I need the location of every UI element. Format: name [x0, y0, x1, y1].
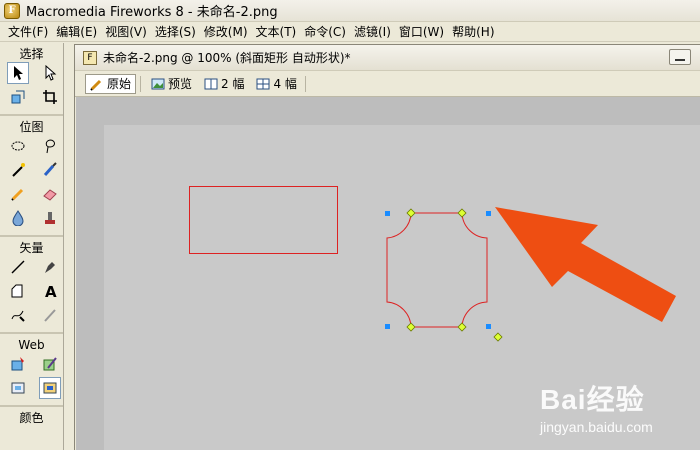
- menu-window[interactable]: 窗口(W): [395, 23, 448, 40]
- minimize-icon: [675, 59, 685, 61]
- pen-tool-icon[interactable]: [39, 256, 61, 278]
- subselection-tool-icon[interactable]: [39, 62, 61, 84]
- document-title-bar: F 未命名-2.png @ 100% (斜面矩形 自动形状)*: [75, 45, 700, 71]
- selection-handle-bottom-left[interactable]: [385, 324, 390, 329]
- section-label-colors: 颜色: [19, 411, 44, 425]
- menu-modify[interactable]: 修改(M): [200, 23, 252, 40]
- crop-tool-icon[interactable]: [39, 86, 61, 108]
- slice-tool-icon[interactable]: [39, 353, 61, 375]
- pointer-tool-icon[interactable]: [7, 62, 29, 84]
- selection-handle-bottom-right[interactable]: [486, 324, 491, 329]
- hide-slices-icon[interactable]: [7, 377, 29, 399]
- show-slices-icon[interactable]: [39, 377, 61, 399]
- four-up-icon: [256, 78, 270, 89]
- tools-panel: 选择 位图 矢量 A Web 颜色: [0, 43, 64, 450]
- baidu-watermark-url: jingyan.baidu.com: [540, 419, 653, 435]
- magic-wand-tool-icon[interactable]: [7, 159, 29, 181]
- tab-4up[interactable]: 4 幅: [252, 74, 300, 94]
- lasso-tool-icon[interactable]: [39, 135, 61, 157]
- hotspot-tool-icon[interactable]: [7, 353, 29, 375]
- menu-bar: 文件(F) 编辑(E) 视图(V) 选择(S) 修改(M) 文本(T) 命令(C…: [0, 22, 700, 42]
- selection-handle-top-left[interactable]: [385, 211, 390, 216]
- image-preview-icon: [151, 78, 165, 89]
- rubber-stamp-tool-icon[interactable]: [39, 207, 61, 229]
- selection-handle-top-right[interactable]: [486, 211, 491, 216]
- document-title: 未命名-2.png @ 100% (斜面矩形 自动形状)*: [103, 51, 351, 65]
- brush-tool-icon[interactable]: [39, 159, 61, 181]
- menu-edit[interactable]: 编辑(E): [52, 23, 101, 40]
- tab-separator: [140, 75, 142, 92]
- menu-filters[interactable]: 滤镜(I): [350, 23, 395, 40]
- title-bar: F Macromedia Fireworks 8 - 未命名-2.png: [0, 0, 700, 22]
- tools-section-web: Web: [0, 334, 63, 407]
- app-title: Macromedia Fireworks 8 - 未命名-2.png: [26, 5, 278, 20]
- tab-preview[interactable]: 预览: [147, 74, 196, 94]
- tab-preview-label: 预览: [168, 77, 193, 91]
- menu-help[interactable]: 帮助(H): [448, 23, 498, 40]
- tab-original[interactable]: 原始: [85, 73, 137, 94]
- menu-view[interactable]: 视图(V): [101, 23, 151, 40]
- menu-file[interactable]: 文件(F): [4, 23, 52, 40]
- minimize-button[interactable]: [669, 49, 691, 65]
- tools-section-vector: 矢量 A: [0, 237, 63, 334]
- section-label-bitmap: 位图: [19, 120, 44, 134]
- section-label-select: 选择: [19, 47, 44, 61]
- tools-section-select: 选择: [0, 43, 63, 116]
- svg-text:A: A: [45, 283, 57, 299]
- line-tool-icon[interactable]: [7, 256, 29, 278]
- scale-tool-icon[interactable]: [7, 86, 29, 108]
- view-tabs: 原始 预览 2 幅 4 幅: [75, 71, 700, 97]
- menu-text[interactable]: 文本(T): [252, 23, 301, 40]
- document-icon: F: [83, 50, 97, 65]
- menu-select[interactable]: 选择(S): [151, 23, 200, 40]
- two-up-icon: [204, 78, 218, 89]
- section-label-vector: 矢量: [19, 241, 44, 255]
- pencil-icon: [90, 79, 102, 91]
- freeform-tool-icon[interactable]: [7, 304, 29, 326]
- tab-separator: [304, 75, 306, 92]
- text-tool-icon[interactable]: A: [39, 280, 61, 302]
- tab-original-label: 原始: [107, 77, 132, 91]
- eraser-tool-icon[interactable]: [39, 183, 61, 205]
- blur-tool-icon[interactable]: [7, 207, 29, 229]
- pencil-tool-icon[interactable]: [7, 183, 29, 205]
- knife-tool-icon[interactable]: [39, 304, 61, 326]
- tab-2up[interactable]: 2 幅: [200, 74, 248, 94]
- marquee-tool-icon[interactable]: [7, 135, 29, 157]
- tab-4up-label: 4 幅: [273, 77, 297, 91]
- tools-section-bitmap: 位图: [0, 116, 63, 237]
- section-label-web: Web: [18, 338, 45, 352]
- baidu-watermark-logo: Bai经验: [540, 384, 645, 415]
- fireworks-logo-icon: F: [4, 2, 20, 19]
- menu-commands[interactable]: 命令(C): [300, 23, 350, 40]
- tools-section-colors: 颜色: [0, 407, 63, 430]
- tab-2up-label: 2 幅: [221, 77, 245, 91]
- rectangle-tool-icon[interactable]: [7, 280, 29, 302]
